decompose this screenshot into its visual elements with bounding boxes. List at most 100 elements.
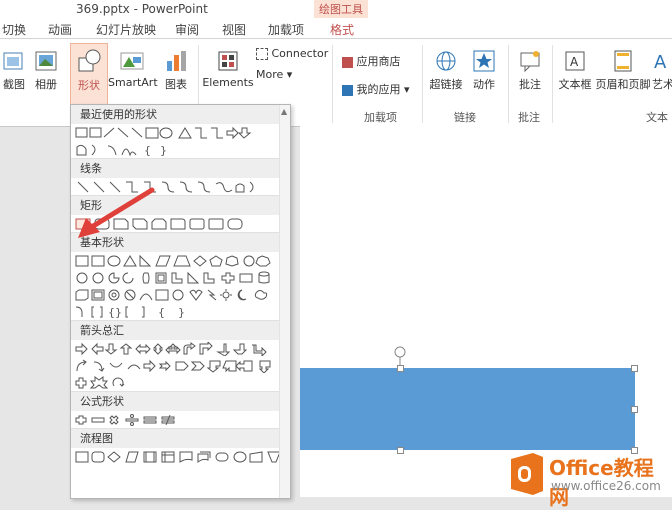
header-footer-icon	[614, 50, 632, 72]
chart-button[interactable]: 图表	[160, 49, 192, 92]
svg-text:}: }	[160, 144, 167, 157]
my-apps-icon	[342, 84, 353, 96]
arrow-shapes-icons-3[interactable]	[74, 375, 194, 390]
textbox-label: 文本框	[558, 78, 592, 91]
connector-button[interactable]: Connector	[256, 47, 328, 60]
scroll-up-icon[interactable]: ▲	[281, 107, 287, 116]
wordart-button[interactable]: A 艺术	[652, 49, 672, 92]
smartart-icon	[120, 52, 144, 70]
red-pointer-arrow-icon	[78, 187, 155, 238]
my-apps-chevron-icon: ▾	[404, 83, 410, 96]
tab-slideshow[interactable]: 幻灯片放映	[96, 21, 156, 38]
section-flowchart: 流程图	[71, 428, 290, 448]
chart-label: 图表	[165, 78, 187, 91]
flowchart-row	[71, 448, 290, 465]
my-apps-button[interactable]: 我的应用 ▾	[342, 81, 410, 97]
resize-handle-right[interactable]	[631, 406, 638, 413]
header-footer-label: 页眉和页脚	[595, 78, 651, 91]
svg-text:{: {	[158, 306, 165, 319]
app-store-button[interactable]: 应用商店	[342, 53, 401, 69]
resize-handle-bottom[interactable]	[397, 447, 404, 454]
connector-label: Connector	[271, 47, 329, 60]
wordart-label: 艺术	[652, 78, 672, 91]
basic-shapes-row-1	[71, 252, 290, 269]
links-group-label: 链接	[454, 111, 476, 124]
album-button[interactable]: 相册	[30, 49, 62, 92]
section-recent: 最近使用的形状	[71, 105, 290, 124]
arrows-row-3	[71, 374, 290, 391]
recent-shapes-icons-2[interactable]: {}	[74, 143, 274, 157]
watermark-url: www.office26.com	[551, 479, 661, 493]
tab-format[interactable]: 格式	[330, 21, 354, 38]
arrow-shapes-icons-1[interactable]	[74, 341, 284, 356]
more-chevron-icon: ▾	[286, 68, 293, 81]
tab-view[interactable]: 视图	[222, 21, 246, 38]
store-icon	[342, 56, 353, 68]
svg-text:A: A	[654, 52, 667, 73]
office-logo-icon	[511, 453, 543, 495]
connector-icon	[256, 48, 268, 60]
shapes-label: 形状	[78, 79, 100, 92]
shapes-button[interactable]: 形状	[70, 43, 108, 105]
header-footer-button[interactable]: 页眉和页脚	[594, 49, 652, 92]
action-button[interactable]: 动作	[468, 49, 500, 92]
screenshot-label: 截图	[3, 78, 25, 91]
ribbon-tabs: 切换 动画 幻灯片放映 审阅 视图 加载项 格式	[0, 18, 672, 39]
rotate-handle-icon[interactable]	[393, 345, 407, 365]
arrows-row-1	[71, 340, 290, 357]
tab-review[interactable]: 审阅	[175, 21, 199, 38]
basic-shapes-row-3	[71, 286, 290, 303]
svg-text:A: A	[570, 55, 579, 69]
comment-icon	[520, 51, 540, 73]
equation-shapes-icons[interactable]	[74, 413, 194, 427]
section-block-arrows: 箭头总汇	[71, 320, 290, 340]
elements-button[interactable]: Elements	[202, 49, 254, 89]
tab-addins[interactable]: 加载项	[268, 21, 304, 38]
wordart-icon: A	[654, 52, 667, 73]
equation-row	[71, 411, 290, 428]
basic-shapes-row-2	[71, 269, 290, 286]
screenshot-button[interactable]: 截图	[0, 49, 28, 92]
tab-animations[interactable]: 动画	[48, 21, 72, 38]
shapes-gallery: 最近使用的形状 {} 线条 矩形 基本形状 {} {} 箭头总汇 公式形状 流…	[70, 104, 291, 499]
comment-label: 批注	[519, 78, 541, 91]
text-group-label: 文本	[646, 111, 668, 124]
arrow-shapes-icons-2[interactable]	[74, 359, 284, 373]
basic-shapes-icons-3[interactable]	[74, 288, 284, 302]
star-icon	[473, 50, 495, 72]
screenshot-icon	[3, 52, 23, 70]
basic-shapes-icons-1[interactable]	[74, 254, 284, 268]
rectangle-shape[interactable]	[300, 368, 635, 450]
elements-label: Elements	[202, 76, 254, 89]
more-label: More	[256, 68, 284, 81]
arrows-row-2	[71, 357, 290, 374]
hyperlink-button[interactable]: 超链接	[428, 49, 464, 92]
gallery-scrollbar[interactable]: ▲	[279, 105, 290, 498]
my-apps-label: 我的应用	[356, 83, 401, 96]
textbox-button[interactable]: A 文本框	[556, 49, 594, 92]
more-button[interactable]: More ▾	[256, 68, 292, 81]
section-equation-shapes: 公式形状	[71, 391, 290, 411]
basic-shapes-icons-2[interactable]	[74, 271, 284, 285]
section-lines: 线条	[71, 158, 290, 178]
action-label: 动作	[473, 78, 495, 91]
comment-button[interactable]: 批注	[514, 49, 546, 92]
app-store-label: 应用商店	[356, 55, 401, 68]
flowchart-shapes-icons[interactable]	[74, 450, 284, 464]
chart-icon	[167, 51, 186, 71]
basic-shapes-icons-4[interactable]: {} {}	[74, 305, 274, 319]
basic-shapes-row-4: {} {}	[71, 303, 290, 320]
watermark-logo: Office教程网 www.office26.com	[505, 449, 672, 509]
resize-handle-top[interactable]	[397, 365, 404, 372]
resize-handle-top-right[interactable]	[631, 365, 638, 372]
elements-icon	[218, 51, 238, 71]
recent-shapes-icons[interactable]	[74, 126, 274, 140]
tab-transitions[interactable]: 切换	[2, 21, 26, 38]
comment-group-label: 批注	[518, 111, 540, 124]
album-label: 相册	[35, 78, 57, 91]
svg-text:{: {	[144, 144, 151, 157]
recent-shapes-row-2: {}	[71, 141, 290, 158]
smartart-button[interactable]: SmartArt	[108, 49, 158, 89]
svg-text:{}: {}	[108, 306, 122, 319]
drawing-tools-label: 绘图工具	[319, 3, 363, 16]
